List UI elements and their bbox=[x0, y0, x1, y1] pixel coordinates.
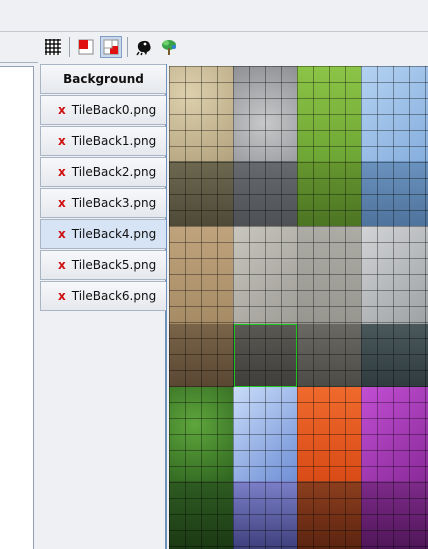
tile-vine-floor[interactable] bbox=[169, 387, 233, 481]
close-icon[interactable]: x bbox=[58, 134, 66, 148]
red-layer-icon bbox=[78, 39, 94, 55]
tile-steel-floor[interactable] bbox=[361, 226, 428, 324]
tileset-toolbar bbox=[38, 33, 428, 61]
close-icon[interactable]: x bbox=[58, 165, 66, 179]
tab-tileback1[interactable]: x TileBack1.png bbox=[40, 126, 166, 156]
tile-tan-floor[interactable] bbox=[169, 226, 233, 324]
tab-label: TileBack1.png bbox=[71, 134, 157, 148]
close-icon[interactable]: x bbox=[58, 258, 66, 272]
tab-tileback0[interactable]: x TileBack0.png bbox=[40, 95, 166, 125]
front-layer-button[interactable] bbox=[75, 36, 97, 58]
tile-crystal-wall[interactable] bbox=[233, 481, 297, 549]
tile-grass[interactable] bbox=[297, 66, 361, 161]
tile-lava-floor[interactable] bbox=[297, 387, 361, 481]
tile-sandstone-wall[interactable] bbox=[169, 161, 233, 226]
tile-brown-wall[interactable] bbox=[169, 324, 233, 387]
left-panel bbox=[0, 33, 38, 549]
walker-icon bbox=[136, 40, 151, 56]
tab-background[interactable]: Background bbox=[40, 64, 166, 94]
tile-slate-wall[interactable] bbox=[361, 324, 428, 387]
walker-tool-button[interactable] bbox=[133, 36, 155, 58]
tileset-tab-list: Background x TileBack0.png x TileBack1.p… bbox=[40, 64, 167, 549]
tile-stone-cobble[interactable] bbox=[233, 66, 297, 161]
tile-grass-wall[interactable] bbox=[297, 161, 361, 226]
tile-amethyst-wall[interactable] bbox=[361, 481, 428, 549]
grid-icon bbox=[45, 39, 61, 55]
tileset-canvas[interactable] bbox=[169, 66, 428, 549]
tile-plate-floor[interactable] bbox=[297, 226, 361, 324]
tab-label: TileBack3.png bbox=[71, 196, 157, 210]
tile-stone-wall[interactable] bbox=[233, 161, 297, 226]
tile-lava-wall[interactable] bbox=[297, 481, 361, 549]
tab-tileback5[interactable]: x TileBack5.png bbox=[40, 250, 166, 280]
tab-tileback4[interactable]: x TileBack4.png bbox=[40, 219, 166, 249]
tab-label: TileBack6.png bbox=[71, 289, 157, 303]
tile-marble-floor[interactable] bbox=[233, 226, 297, 324]
tile-crystal-floor[interactable] bbox=[233, 387, 297, 481]
close-icon[interactable]: x bbox=[58, 227, 66, 241]
tab-label: TileBack5.png bbox=[71, 258, 157, 272]
tree-icon bbox=[162, 40, 176, 55]
layer-select-icon bbox=[103, 39, 119, 55]
tile-ice[interactable] bbox=[361, 66, 428, 161]
tab-tileback3[interactable]: x TileBack3.png bbox=[40, 188, 166, 218]
left-panel-header bbox=[0, 33, 38, 63]
tile-selection-box bbox=[234, 324, 297, 387]
close-icon[interactable]: x bbox=[58, 103, 66, 117]
tab-label: TileBack4.png bbox=[71, 227, 157, 241]
window-top-strip bbox=[0, 0, 428, 32]
tile-ice-wall[interactable] bbox=[361, 161, 428, 226]
toolbar-separator bbox=[127, 37, 128, 57]
tab-background-label: Background bbox=[63, 72, 144, 86]
left-panel-content bbox=[0, 66, 34, 549]
tab-label: TileBack2.png bbox=[71, 165, 157, 179]
tile-amethyst-floor[interactable] bbox=[361, 387, 428, 481]
toolbar-separator bbox=[69, 37, 70, 57]
grid-toggle-button[interactable] bbox=[42, 36, 64, 58]
tree-tool-button[interactable] bbox=[158, 36, 180, 58]
tab-tileback6[interactable]: x TileBack6.png bbox=[40, 281, 166, 311]
tile-vine-wall[interactable] bbox=[169, 481, 233, 549]
back-layer-button[interactable] bbox=[100, 36, 122, 58]
tab-tileback2[interactable]: x TileBack2.png bbox=[40, 157, 166, 187]
tile-sandstone-cobble[interactable] bbox=[169, 66, 233, 161]
tile-grey-wall[interactable] bbox=[297, 324, 361, 387]
close-icon[interactable]: x bbox=[58, 196, 66, 210]
tab-label: TileBack0.png bbox=[71, 103, 157, 117]
close-icon[interactable]: x bbox=[58, 289, 66, 303]
